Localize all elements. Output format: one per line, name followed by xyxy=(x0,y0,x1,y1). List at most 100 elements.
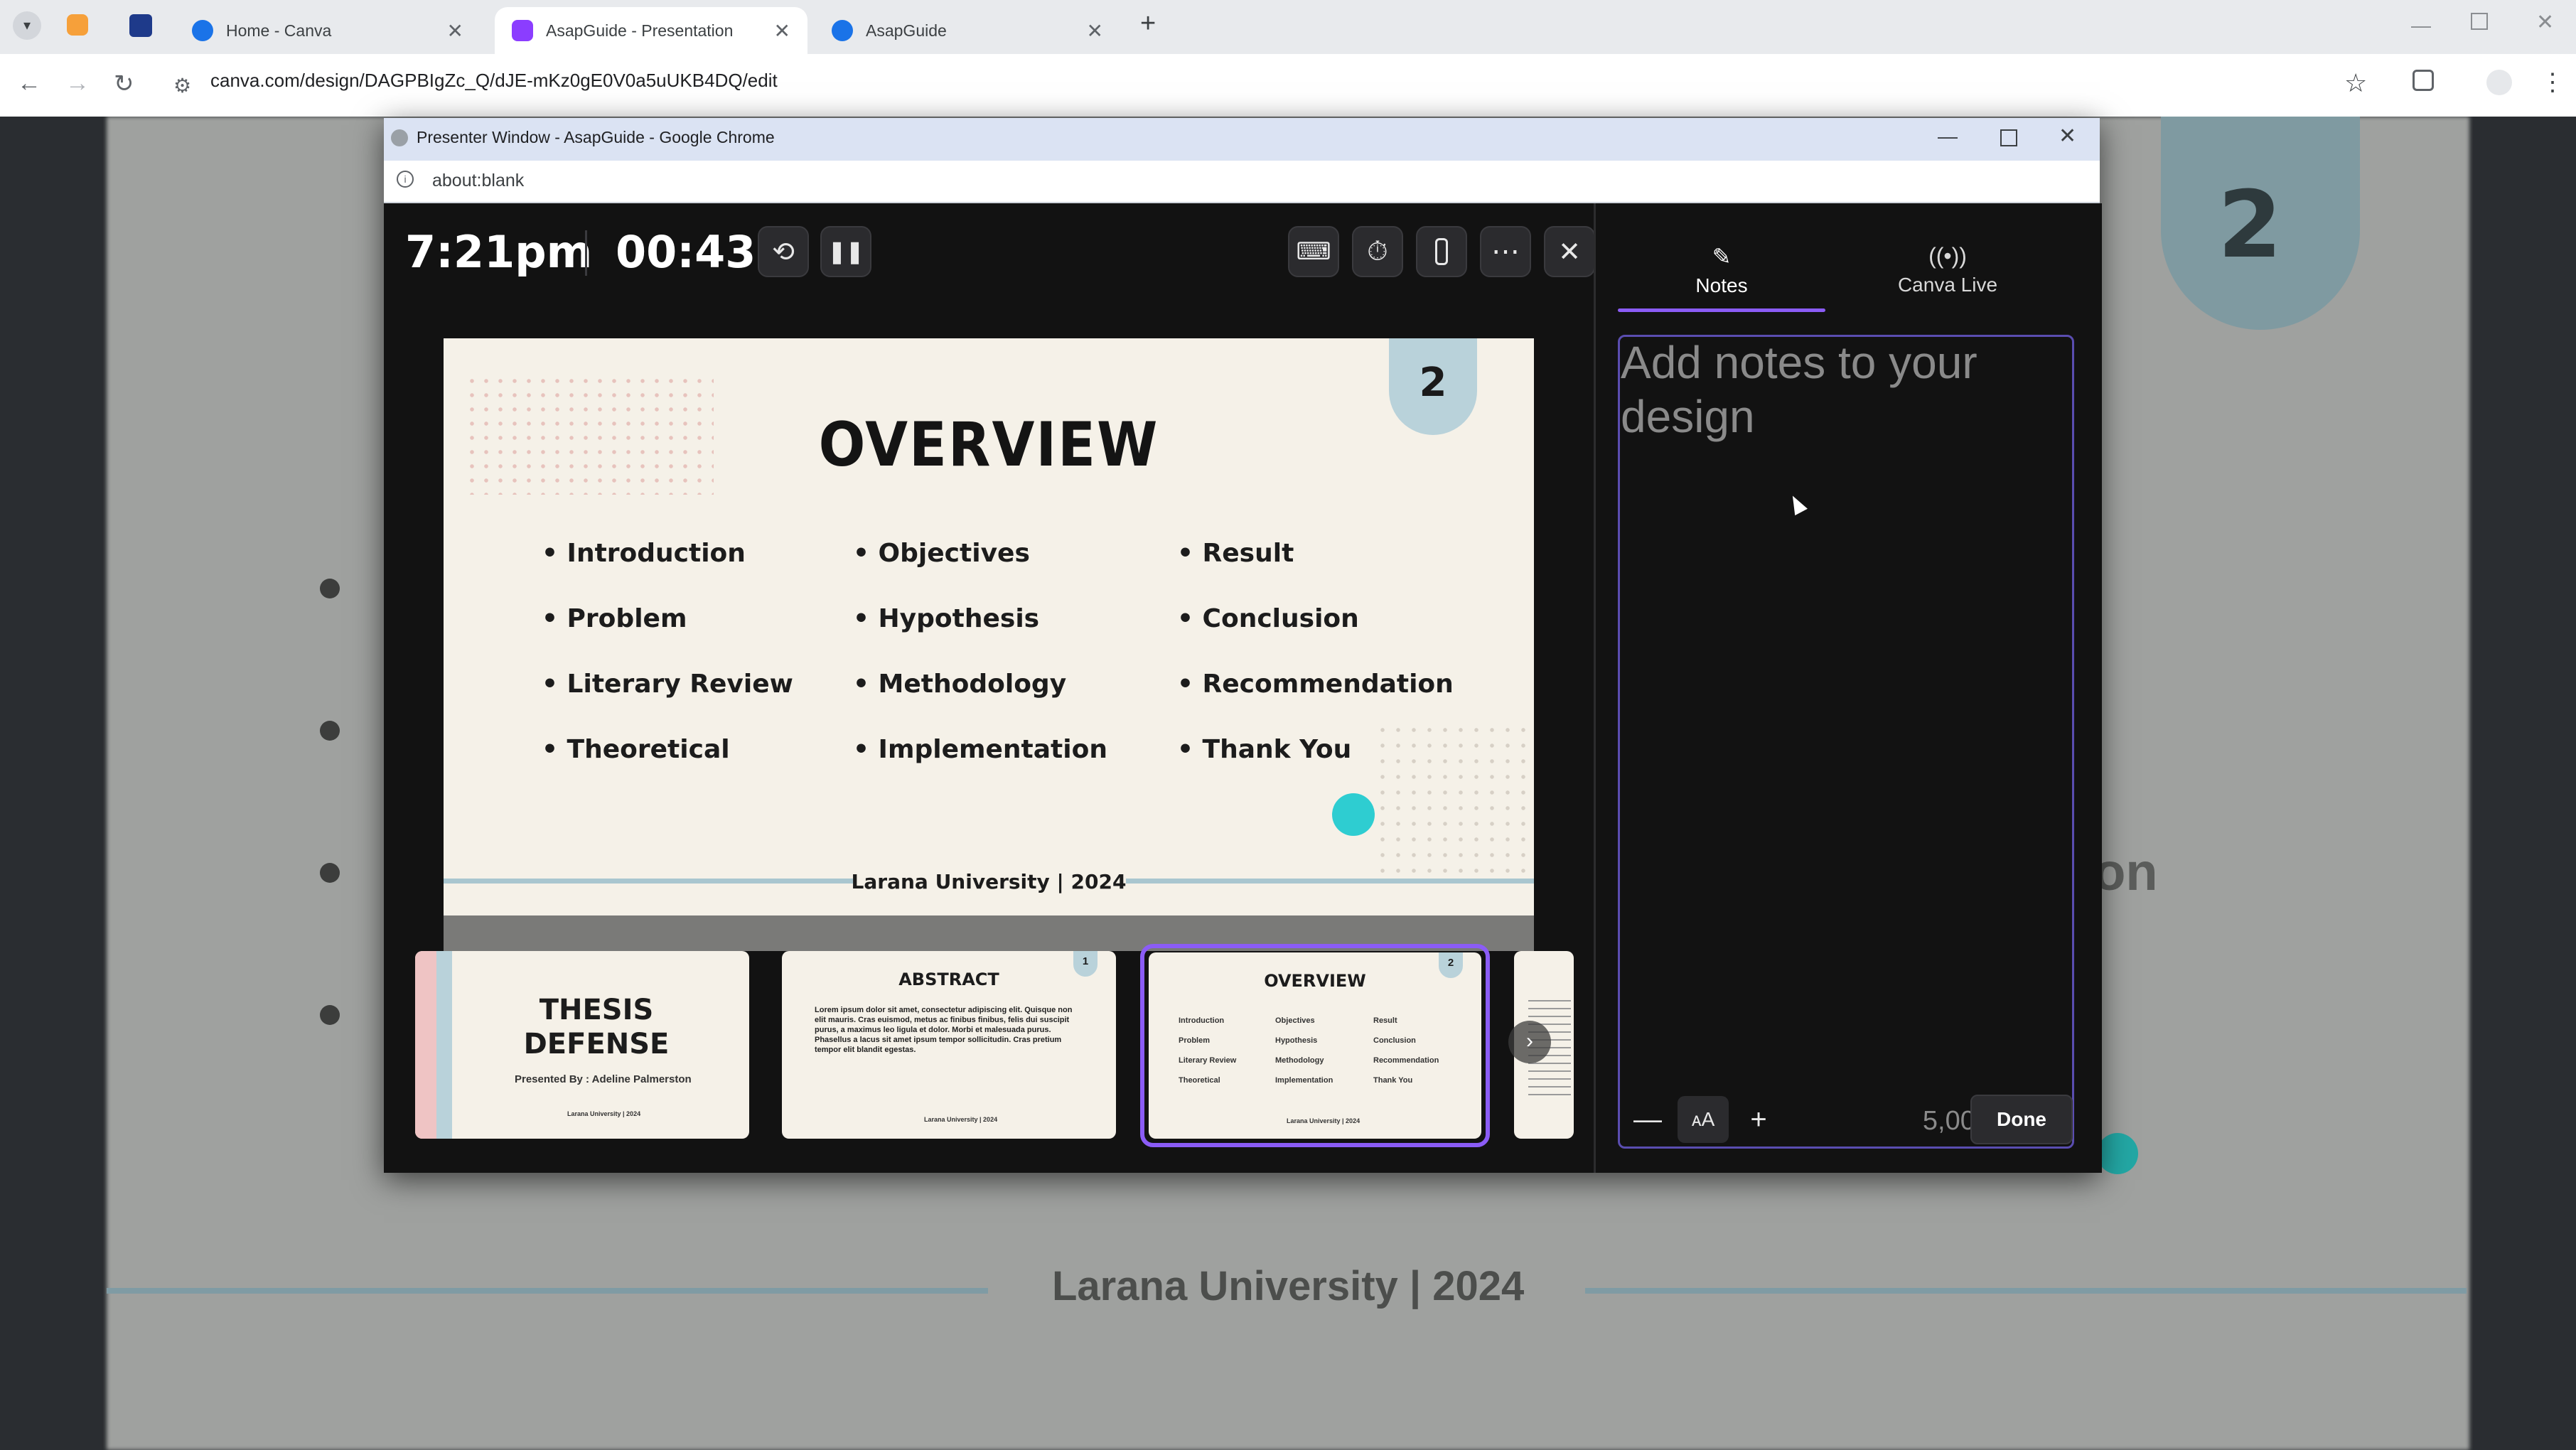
background-footer-line xyxy=(1585,1288,2467,1294)
tab-search-button[interactable]: ▾ xyxy=(13,11,41,40)
tab-notes-label: Notes xyxy=(1695,274,1748,296)
chrome-favicon-icon xyxy=(391,129,408,146)
thumb-footer: Larana University | 2024 xyxy=(567,1110,641,1117)
keyboard-shortcuts-button[interactable]: ⌨ xyxy=(1288,226,1339,277)
minimize-window-icon[interactable]: — xyxy=(2411,14,2431,37)
slide-item-hypothesis: Hypothesis xyxy=(853,604,1040,633)
tab-asapguide[interactable]: AsapGuide ✕ xyxy=(815,7,1120,54)
popup-address-bar: i about:blank xyxy=(384,161,2100,203)
slide-number: 2 xyxy=(1419,360,1447,406)
pause-icon: ❚❚ xyxy=(827,240,864,264)
thumbnail-thesis-defense[interactable]: THESIS DEFENSE Presented By : Adeline Pa… xyxy=(415,951,749,1139)
popup-url[interactable]: about:blank xyxy=(432,171,524,191)
slide-item-theoretical: Theoretical xyxy=(542,735,730,764)
remote-control-icon xyxy=(1435,238,1448,265)
close-tab-icon[interactable]: ✕ xyxy=(447,19,463,43)
thumb-title-line: THESIS xyxy=(539,994,654,1026)
more-options-button[interactable]: ⋯ xyxy=(1480,226,1531,277)
info-icon[interactable]: i xyxy=(397,171,414,188)
slide-item-thank-you: Thank You xyxy=(1177,735,1352,764)
close-presenter-button[interactable]: ✕ xyxy=(1544,226,1595,277)
address-bar[interactable]: canva.com/design/DAGPBIgZc_Q/dJE-mKz0gE0… xyxy=(210,70,778,92)
slide-item-objectives: Objectives xyxy=(853,539,1030,568)
site-info-icon[interactable]: ⚙ xyxy=(173,74,191,97)
popup-minimize-icon[interactable]: — xyxy=(1938,125,1958,148)
profile-avatar[interactable] xyxy=(2486,70,2512,95)
extensions-icon[interactable] xyxy=(2413,70,2434,91)
font-size-icon: ᴀA xyxy=(1691,1108,1715,1130)
slide-dot-pattern xyxy=(1375,722,1534,879)
bookmark-star-icon[interactable]: ☆ xyxy=(2344,68,2367,98)
notes-textarea[interactable] xyxy=(1618,335,2074,1149)
reset-timer-icon: ⟲ xyxy=(772,237,795,267)
bullet-dot xyxy=(320,863,340,883)
slide-footer: Larana University | 2024 xyxy=(851,870,1127,893)
tab-title: AsapGuide xyxy=(866,21,947,40)
canva-favicon-icon xyxy=(192,20,213,41)
divider xyxy=(585,230,587,276)
slide-title: OVERVIEW xyxy=(818,409,1159,480)
new-tab-button[interactable]: + xyxy=(1140,9,1156,39)
tab-canva-live[interactable]: ((•)) Canva Live xyxy=(1841,243,2054,317)
tab-title: AsapGuide - Presentation xyxy=(546,21,734,40)
pinned-tab-app[interactable] xyxy=(129,14,152,37)
popup-title-bar: Presenter Window - AsapGuide - Google Ch… xyxy=(384,118,2100,161)
thumb-footer: Larana University | 2024 xyxy=(924,1116,998,1123)
restore-window-icon[interactable] xyxy=(2471,13,2488,30)
plus-icon: + xyxy=(1750,1103,1767,1135)
popup-window-title: Presenter Window - AsapGuide - Google Ch… xyxy=(417,128,775,146)
canva-favicon-icon xyxy=(832,20,853,41)
current-slide: OVERVIEW 2 Introduction Problem Literary… xyxy=(444,338,1534,951)
tab-asapguide-presentation[interactable]: AsapGuide - Presentation ✕ xyxy=(495,7,807,54)
slide-item-conclusion: Conclusion xyxy=(1177,604,1359,633)
thumbnail-abstract[interactable]: ABSTRACT 1 Lorem ipsum dolor sit amet, c… xyxy=(782,951,1116,1139)
current-thumbnail-highlight xyxy=(1140,944,1490,1147)
font-size-button[interactable]: ᴀA xyxy=(1678,1096,1729,1143)
thumb-body-text: Lorem ipsum dolor sit amet, consectetur … xyxy=(815,1006,1073,1054)
keyboard-shortcuts-icon: ⌨ xyxy=(1296,238,1331,265)
slide-item-problem: Problem xyxy=(542,604,687,633)
tab-canva-live-label: Canva Live xyxy=(1897,274,1998,296)
notes-placeholder: Add notes to your design xyxy=(1621,337,1977,442)
more-options-icon: ⋯ xyxy=(1491,236,1520,267)
background-footer-line xyxy=(107,1288,988,1294)
increase-font-button[interactable]: + xyxy=(1733,1096,1784,1143)
background-teal-dot xyxy=(2097,1133,2138,1174)
thumb-title: ABSTRACT xyxy=(898,970,999,989)
close-tab-icon[interactable]: ✕ xyxy=(774,19,790,43)
reload-icon[interactable]: ↻ xyxy=(114,70,134,98)
slide-item-introduction: Introduction xyxy=(542,539,746,568)
slide-item-result: Result xyxy=(1177,539,1294,568)
done-button[interactable]: Done xyxy=(1970,1095,2073,1144)
popup-maximize-icon[interactable] xyxy=(2000,129,2017,146)
scroll-thumbnails-right-button[interactable]: › xyxy=(1508,1021,1551,1063)
minus-icon: — xyxy=(1633,1103,1662,1135)
popup-close-icon[interactable]: ✕ xyxy=(2059,124,2076,149)
bullet-dot xyxy=(320,1005,340,1025)
close-window-icon[interactable]: ✕ xyxy=(2536,10,2554,35)
pinned-tab-extension[interactable] xyxy=(67,14,88,36)
presentation-favicon-icon xyxy=(512,20,533,41)
notes-pencil-icon: ✎ xyxy=(1712,244,1732,269)
tab-notes[interactable]: ✎ Notes xyxy=(1618,243,1825,317)
close-tab-icon[interactable]: ✕ xyxy=(1087,19,1103,43)
slide-item-methodology: Methodology xyxy=(853,670,1067,699)
remote-control-button[interactable] xyxy=(1416,226,1467,277)
decrease-font-button[interactable]: — xyxy=(1622,1096,1673,1143)
slide-teal-dot xyxy=(1332,793,1375,836)
reset-timer-button[interactable]: ⟲ xyxy=(758,226,809,277)
tab-home-canva[interactable]: Home - Canva ✕ xyxy=(175,7,481,54)
slide-item-implementation: Implementation xyxy=(853,735,1107,764)
slide-item-recommendation: Recommendation xyxy=(1177,670,1454,699)
timer-button[interactable]: ⏱ xyxy=(1352,226,1403,277)
timer-icon: ⏱ xyxy=(1367,236,1388,267)
back-arrow-icon[interactable]: ← xyxy=(17,70,41,97)
browser-menu-icon[interactable]: ⋮ xyxy=(2540,68,2565,97)
bullet-dot xyxy=(320,721,340,741)
forward-arrow-icon[interactable]: → xyxy=(65,70,90,97)
pause-button[interactable]: ❚❚ xyxy=(820,226,871,277)
tab-title: Home - Canva xyxy=(226,21,332,40)
broadcast-icon: ((•)) xyxy=(1928,243,1967,269)
active-tab-underline xyxy=(1618,308,1825,312)
presenter-window: Presenter Window - AsapGuide - Google Ch… xyxy=(384,118,2102,1173)
